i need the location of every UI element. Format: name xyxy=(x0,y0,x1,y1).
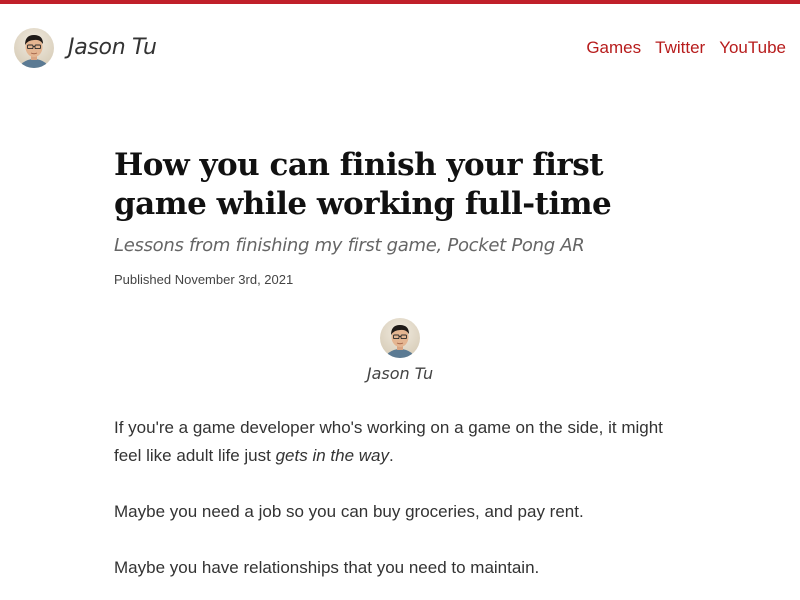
paragraph: If you're a game developer who's working… xyxy=(114,414,694,470)
post-subtitle: Lessons from finishing my first game, Po… xyxy=(114,235,585,256)
site-header: Jason Tu Games Twitter YouTube xyxy=(0,4,800,92)
nav-link-games[interactable]: Games xyxy=(586,38,641,58)
nav-link-youtube[interactable]: YouTube xyxy=(719,38,786,58)
author-byline: Jason Tu xyxy=(300,318,500,384)
main-nav: Games Twitter YouTube xyxy=(586,38,786,58)
header-avatar[interactable] xyxy=(14,28,54,68)
author-avatar-icon xyxy=(380,318,420,358)
post-title: How you can finish your first game while… xyxy=(114,147,612,222)
paragraph: Maybe you need a job so you can buy groc… xyxy=(114,502,584,521)
site-title-link[interactable]: Jason Tu xyxy=(68,34,157,62)
paragraph-emphasis: gets in the way xyxy=(275,446,389,465)
post-body: If you're a game developer who's working… xyxy=(114,414,694,600)
paragraph-text: . xyxy=(389,446,394,465)
nav-link-twitter[interactable]: Twitter xyxy=(655,38,705,58)
paragraph: Maybe you have relationships that you ne… xyxy=(114,558,540,577)
published-date: Published November 3rd, 2021 xyxy=(114,272,294,287)
author-avatar[interactable] xyxy=(380,318,420,358)
author-avatar-icon xyxy=(14,28,54,68)
author-name: Jason Tu xyxy=(366,364,434,383)
